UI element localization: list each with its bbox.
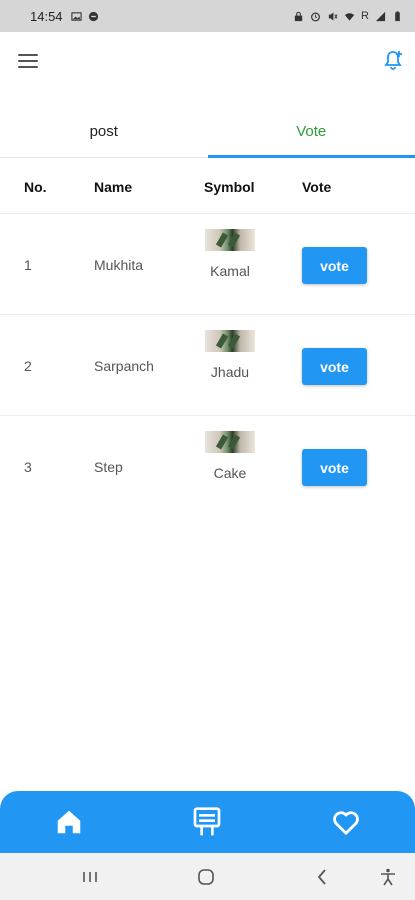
- header-no: No.: [24, 178, 47, 195]
- vote-button[interactable]: vote: [302, 348, 367, 385]
- alarm-icon: [311, 12, 320, 21]
- recent-apps-icon[interactable]: [80, 867, 100, 887]
- candidate-name: Sarpanch: [94, 358, 154, 374]
- symbol-label: Jhadu: [210, 364, 250, 380]
- ballot-icon: [194, 807, 221, 836]
- header-symbol: Symbol: [204, 178, 255, 195]
- vote-button[interactable]: vote: [302, 247, 367, 284]
- table-row: 2 Sarpanch Jhadu vote: [0, 316, 415, 416]
- tab-post[interactable]: post: [0, 108, 208, 157]
- table-header: No. Name Symbol Vote: [0, 160, 415, 214]
- header-name: Name: [94, 178, 133, 195]
- wifi-icon: [344, 12, 355, 21]
- back-icon[interactable]: [312, 867, 332, 887]
- add-alert-icon[interactable]: [381, 48, 405, 72]
- lock-icon: [294, 11, 303, 21]
- app-bar: [0, 32, 415, 90]
- symbol-image: [205, 431, 255, 453]
- row-number: 1: [24, 257, 32, 273]
- tab-bar: post Vote: [0, 108, 415, 158]
- bottom-nav: [0, 791, 415, 853]
- circle-icon: [88, 11, 98, 21]
- status-left-icons: [70, 11, 99, 22]
- mute-icon: [328, 11, 338, 21]
- symbol-image: [205, 330, 255, 352]
- nav-home[interactable]: [49, 802, 89, 842]
- status-bar: 14:54 R: [0, 0, 415, 32]
- symbol-cell: Cake: [204, 431, 256, 481]
- nav-favorites[interactable]: [326, 802, 366, 842]
- image-icon: [70, 11, 82, 21]
- symbol-image: [205, 229, 255, 251]
- row-number: 3: [24, 459, 32, 475]
- home-circle-icon[interactable]: [196, 867, 216, 887]
- symbol-cell: Kamal: [204, 229, 256, 279]
- accessibility-icon[interactable]: [378, 867, 398, 887]
- system-nav-bar: [0, 853, 415, 900]
- table-row: 3 Step Cake vote: [0, 417, 415, 517]
- status-right-icons: R: [293, 10, 403, 22]
- header-vote: Vote: [302, 178, 332, 195]
- table-row: 1 Mukhita Kamal vote: [0, 215, 415, 315]
- vote-button[interactable]: vote: [302, 449, 367, 486]
- status-text: R: [361, 10, 369, 22]
- row-number: 2: [24, 358, 32, 374]
- candidate-name: Step: [94, 459, 123, 475]
- symbol-cell: Jhadu: [204, 330, 256, 380]
- battery-icon: [395, 10, 400, 21]
- status-time: 14:54: [30, 8, 63, 24]
- home-icon: [57, 810, 81, 834]
- signal-icon: [375, 11, 386, 21]
- symbol-label: Cake: [213, 465, 247, 481]
- menu-icon[interactable]: [18, 54, 38, 70]
- tab-vote[interactable]: Vote: [207, 108, 415, 158]
- candidate-name: Mukhita: [94, 257, 144, 273]
- symbol-label: Kamal: [210, 263, 250, 279]
- heart-icon: [333, 811, 359, 835]
- nav-ballot[interactable]: [187, 802, 227, 842]
